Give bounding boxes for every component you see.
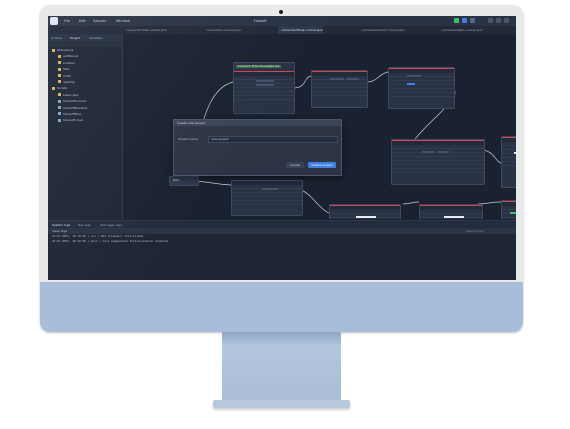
maximize-icon[interactable] — [496, 18, 501, 23]
panel-tabs: Actions Project Variables — [48, 34, 122, 41]
folder-icon — [58, 80, 61, 84]
camera-icon — [279, 10, 283, 14]
window-title: Flowoff — [254, 19, 267, 23]
tab-actions[interactable]: Actions — [51, 36, 62, 40]
node-send-key[interactable] — [501, 136, 516, 188]
tab-run-logs[interactable]: Run logs — [78, 223, 91, 227]
log-line: 10:21.0031, 10:19:38 | main | Core compo… — [52, 239, 169, 243]
file-icon — [58, 106, 61, 110]
tree-item[interactable]: Showoff.main — [48, 117, 122, 123]
close-icon[interactable] — [504, 18, 509, 23]
debug-icon[interactable] — [462, 18, 467, 23]
node-wait-selector-appear[interactable] — [388, 67, 455, 109]
project-tree: Extensions additional browser files math desk… — [48, 47, 122, 124]
sidebar: Actions Project Variables Extensions addi… — [48, 34, 123, 219]
folder-icon — [58, 61, 61, 65]
folder-icon — [52, 86, 55, 90]
run-icon[interactable] — [454, 18, 459, 23]
menu-window[interactable]: Window — [116, 19, 130, 23]
file-icon — [58, 112, 61, 116]
tree-item-label: files — [63, 67, 70, 72]
folder-icon — [58, 93, 61, 97]
logs-tabs: System logs Run logs Debugger logs — [48, 221, 516, 228]
create-project-dialog: Create new project Project name: new pro… — [173, 119, 342, 176]
file-tabs: connectionTest.current.json connection.c… — [48, 26, 516, 34]
file-tab-active[interactable]: connectionFlow.current.json — [278, 26, 323, 34]
tree-item-label: desktop — [63, 79, 75, 84]
tree-item-label: Extensions — [57, 48, 74, 52]
dialog-title: Create new project — [174, 120, 341, 126]
start-node-label: Start — [170, 177, 198, 185]
tab-project[interactable]: Project — [70, 36, 80, 40]
node-click[interactable] — [501, 200, 516, 219]
menu-bar: File Edit Session Window Flowoff — [48, 16, 516, 26]
log-list: 10:21.0031, 10:19:38 | run | API (browse… — [48, 234, 516, 244]
folder-icon — [52, 48, 55, 52]
tab-system-logs[interactable]: System logs — [52, 223, 70, 227]
tree-item-label: additional — [63, 54, 78, 59]
app-window: File Edit Session Window Flowoff connect… — [48, 16, 516, 280]
monitor-stand — [222, 332, 341, 402]
comment-badge: Comment: Enter the website link — [236, 65, 282, 68]
node-type-text[interactable] — [231, 180, 303, 216]
folder-icon — [58, 74, 61, 78]
node-send-key-text-2[interactable] — [419, 204, 483, 219]
clear-logs-button[interactable]: Clear logs — [52, 229, 67, 233]
tree-item-label: Showoff.main — [63, 118, 84, 123]
folder-icon — [58, 54, 61, 58]
app-logo-icon — [50, 17, 58, 25]
logs-panel: System logs Run logs Debugger logs Clear… — [48, 220, 516, 280]
monitor-chin — [40, 282, 523, 332]
file-tab[interactable]: connectionWeb.current.json — [438, 26, 483, 34]
logs-search-input[interactable]: Search logs — [466, 229, 483, 233]
project-name-label: Project name: — [178, 137, 199, 141]
minimize-icon[interactable] — [488, 18, 493, 23]
node-wait-selector[interactable] — [311, 70, 368, 108]
tree-item-label: ShowoffCurrent — [63, 99, 87, 104]
file-icon — [58, 118, 61, 122]
start-node[interactable]: Start — [169, 176, 199, 186]
tree-item-label: subscripts — [63, 92, 79, 97]
file-tab[interactable]: connection.current.json — [203, 26, 241, 34]
tree-item-label: browser — [63, 60, 76, 65]
tab-debugger-logs[interactable]: Debugger logs — [100, 223, 122, 227]
node-wait-selector-appear-2[interactable] — [391, 139, 485, 185]
project-name-input[interactable]: new project — [208, 136, 338, 143]
node-open-browser[interactable]: Comment: Enter the website link — [233, 62, 295, 114]
menu-edit[interactable]: Edit — [79, 19, 86, 23]
tree-item-label: Scripts — [57, 86, 68, 91]
monitor-base — [213, 400, 350, 408]
menu-file[interactable]: File — [64, 19, 70, 23]
menu-session[interactable]: Session — [93, 19, 106, 23]
create-project-button[interactable]: Create project — [308, 162, 336, 168]
stop-icon[interactable] — [470, 18, 475, 23]
folder-icon — [58, 67, 61, 71]
tree-item-label: ShowoffFiles — [63, 111, 82, 116]
node-send-key-text[interactable] — [329, 204, 401, 219]
tab-variables[interactable]: Variables — [89, 36, 103, 40]
tree-item-label: math — [63, 73, 71, 78]
file-tab[interactable]: connectionTest.current.json — [123, 26, 167, 34]
file-tab[interactable]: connectionClient.current.json — [358, 26, 405, 34]
cancel-button[interactable]: Cancel — [286, 162, 304, 168]
file-icon — [58, 99, 61, 103]
logs-toolbar: Clear logs Search logs — [48, 228, 516, 234]
tree-item-label: ShowoffDesktop — [63, 105, 88, 110]
